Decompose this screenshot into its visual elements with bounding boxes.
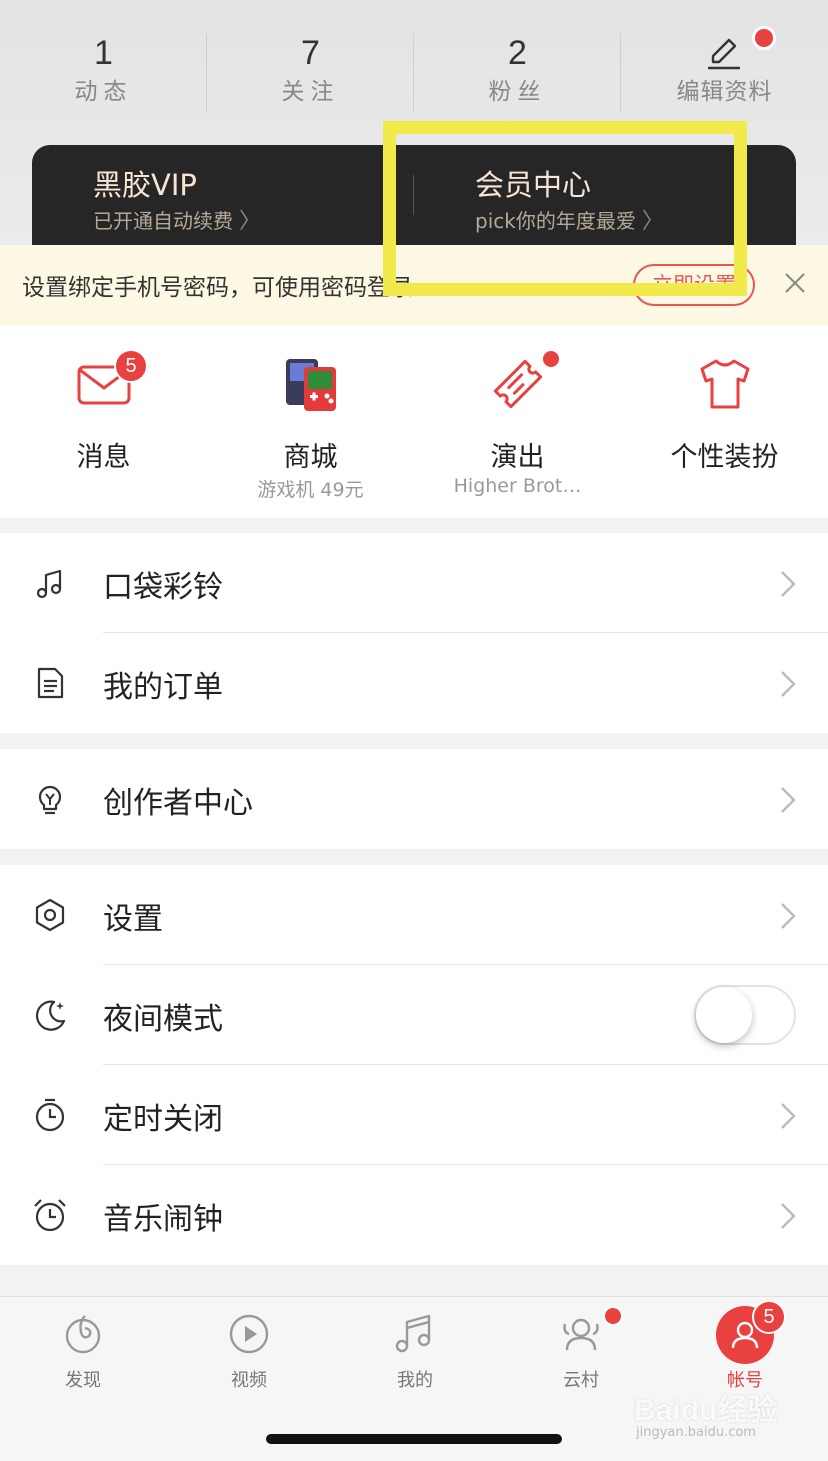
grid-label-messages: 消息 [76, 442, 131, 473]
chevron-right-icon [781, 787, 796, 813]
stat-following[interactable]: 7 关注 [207, 30, 414, 110]
menu-label: 音乐闹钟 [103, 1202, 223, 1237]
music-note-icon [395, 1314, 431, 1353]
pencil-icon [707, 38, 741, 70]
account-badge: 5 [752, 1300, 786, 1334]
community-icon [563, 1318, 599, 1351]
menu-label: 设置 [103, 902, 163, 937]
game-console-icon [286, 359, 336, 411]
chevron-right-icon [781, 1103, 796, 1129]
order-icon [37, 667, 64, 699]
chevron-right-icon [781, 1203, 796, 1229]
tab-label: 视频 [231, 1370, 267, 1391]
grid-item-messages[interactable]: 5 消息 [0, 325, 207, 518]
notification-dot [752, 26, 776, 50]
vip-title[interactable]: 黑胶VIP [93, 162, 197, 204]
grid-item-shows[interactable]: 演出 Higher Brot… [414, 325, 621, 518]
grid-sub-mall: 游戏机 49元 [257, 479, 364, 501]
chevron-right-icon [781, 671, 796, 697]
menu-label: 定时关闭 [103, 1102, 223, 1137]
moon-icon [35, 1000, 66, 1031]
stat-posts[interactable]: 1 动态 [0, 30, 207, 110]
tab-video[interactable]: 视频 [166, 1296, 332, 1406]
grid-sub-shows: Higher Brot… [453, 475, 582, 497]
close-icon[interactable] [780, 268, 810, 298]
tab-label: 发现 [65, 1370, 101, 1391]
edit-profile-label: 编辑资料 [676, 79, 773, 105]
menu-label: 夜间模式 [103, 1002, 223, 1037]
discover-icon [65, 1315, 101, 1354]
settings-icon [35, 898, 65, 932]
stat-posts-label: 动态 [74, 79, 133, 105]
timer-icon [35, 1098, 65, 1132]
stat-posts-count: 1 [94, 34, 113, 72]
tab-discover[interactable]: 发现 [0, 1296, 166, 1406]
menu-item-sleep-timer[interactable]: 定时关闭 [0, 1065, 828, 1165]
ticket-icon [493, 359, 543, 409]
ringtone-icon [36, 569, 62, 599]
toggle-knob [696, 987, 752, 1043]
menu-item-ringtone[interactable]: 口袋彩铃 [0, 533, 828, 633]
grid-label-shows: 演出 [490, 442, 545, 473]
grid-label-mall: 商城 [283, 442, 338, 473]
grid-item-theme[interactable]: 个性装扮 [621, 325, 828, 518]
community-dot [603, 1306, 623, 1326]
home-indicator[interactable] [266, 1434, 562, 1444]
stat-following-label: 关注 [281, 79, 340, 105]
watermark-url: jingyan.baidu.com [636, 1425, 756, 1440]
tab-label: 我的 [397, 1370, 433, 1391]
message-badge: 5 [114, 349, 148, 383]
menu-item-settings[interactable]: 设置 [0, 865, 828, 965]
menu-item-creator-center[interactable]: 创作者中心 [0, 749, 828, 849]
grid-item-mall[interactable]: 商城 游戏机 49元 [207, 325, 414, 518]
stat-fans-count: 2 [508, 34, 527, 72]
menu-item-orders[interactable]: 我的订单 [0, 633, 828, 733]
night-mode-toggle[interactable] [694, 985, 796, 1045]
menu-label: 创作者中心 [103, 786, 253, 821]
grid-label-theme: 个性装扮 [670, 442, 779, 473]
stat-following-count: 7 [301, 34, 320, 72]
watermark: Baidu经验 [634, 1394, 778, 1427]
menu-item-music-alarm[interactable]: 音乐闹钟 [0, 1165, 828, 1265]
highlight-box [383, 121, 747, 296]
tab-mine[interactable]: 我的 [332, 1296, 498, 1406]
lightbulb-icon [38, 785, 62, 815]
video-icon [229, 1314, 269, 1354]
shows-dot [541, 349, 561, 369]
menu-item-night-mode: 夜间模式 [0, 965, 828, 1065]
alarm-icon [34, 1199, 66, 1232]
chevron-right-icon [781, 903, 796, 929]
stat-fans[interactable]: 2 粉丝 [414, 30, 621, 110]
chevron-right-icon: 〉 [239, 209, 262, 234]
menu-label: 口袋彩铃 [103, 570, 223, 605]
notice-text: 设置绑定手机号密码，可使用密码登录 [22, 275, 413, 301]
stat-fans-label: 粉丝 [488, 79, 547, 105]
vip-subtitle[interactable]: 已开通自动续费〉 [93, 203, 261, 235]
tshirt-icon [700, 359, 750, 409]
chevron-right-icon [781, 571, 796, 597]
menu-label: 我的订单 [103, 670, 223, 705]
